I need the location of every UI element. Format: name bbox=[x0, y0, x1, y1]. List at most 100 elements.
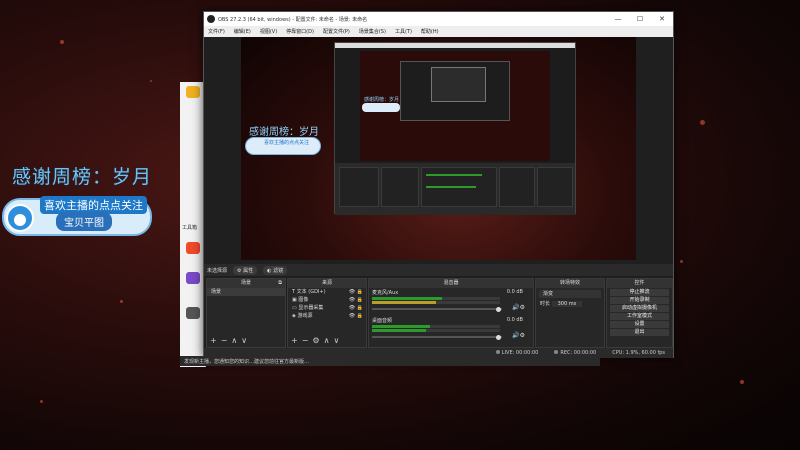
nested-canvas: 感谢周榜：岁月 bbox=[360, 51, 550, 161]
mixer-header: 混音器 bbox=[369, 279, 533, 288]
speaker-icon[interactable]: 🔊⚙ bbox=[512, 332, 525, 339]
mixer-dock: 混音器 麦克风/Aux 0.0 dB 🔊⚙ 桌面音频 0.0 dB 🔊⚙ bbox=[368, 278, 534, 348]
duration-row: 时长 300 ms bbox=[536, 300, 604, 308]
nested-dock bbox=[537, 167, 573, 207]
source-item[interactable]: ▭ 显示器采集 👁 🔒 bbox=[288, 304, 366, 312]
cpu-status: CPU: 1.9%, 60.00 fps bbox=[612, 350, 665, 356]
source-item[interactable]: ◈ 游戏源 👁 🔒 bbox=[288, 312, 366, 320]
title-bar: OBS 27.2.3 (64 bit, windows) - 配置文件: 未命名… bbox=[204, 12, 673, 26]
volume-meter bbox=[372, 301, 500, 304]
ember-particle bbox=[680, 260, 683, 263]
virtual-camera-button[interactable]: 启动虚拟摄像机 bbox=[610, 305, 669, 312]
weekly-thanks-text: 感谢周榜：岁月 bbox=[12, 166, 153, 188]
properties-button[interactable]: ⚙ 属性 bbox=[233, 265, 258, 275]
menu-edit[interactable]: 编辑(E) bbox=[234, 28, 251, 35]
follow-badge: 宝贝平图 bbox=[56, 212, 112, 231]
volume-meter bbox=[372, 329, 500, 332]
notice-text: 发现新主播，您通知您的知识…建议您前往官方最新版… bbox=[184, 359, 310, 365]
mixer-track-desktop: 桌面音频 0.0 dB 🔊⚙ bbox=[369, 316, 533, 344]
nested-canvas-3 bbox=[431, 67, 486, 102]
obs-logo-icon bbox=[207, 15, 215, 23]
maximize-button[interactable]: ☐ bbox=[629, 12, 651, 26]
sidebar-tools-label[interactable]: 工具箱 bbox=[182, 224, 197, 231]
menu-view[interactable]: 视图(V) bbox=[260, 28, 277, 35]
obs-window: OBS 27.2.3 (64 bit, windows) - 配置文件: 未命名… bbox=[203, 11, 674, 358]
remove-icon[interactable]: − bbox=[302, 336, 313, 345]
preview-follow-text: 喜欢主播的点点关注 bbox=[264, 140, 310, 146]
beauty-icon[interactable] bbox=[186, 242, 200, 254]
source-toolbar: 未选择源 ⚙ 属性 ◐ 滤镜 bbox=[204, 264, 673, 276]
track-db: 0.0 dB bbox=[506, 289, 523, 295]
speaker-icon[interactable]: 🔊⚙ bbox=[512, 304, 525, 311]
gear-icon[interactable]: ⚙ bbox=[312, 336, 323, 345]
nested-docks bbox=[335, 163, 575, 215]
menu-file[interactable]: 文件(F) bbox=[208, 28, 225, 35]
menu-bar: 文件(F) 编辑(E) 视图(V) 停靠窗口(D) 配置文件(P) 场景集合(S… bbox=[204, 26, 673, 37]
duration-input[interactable]: 300 ms bbox=[551, 301, 583, 307]
menu-profile[interactable]: 配置文件(P) bbox=[323, 28, 350, 35]
stop-stream-button[interactable]: 停止推流 bbox=[610, 289, 669, 296]
mixer-track-mic: 麦克风/Aux 0.0 dB 🔊⚙ bbox=[369, 288, 533, 316]
preview-thanks-text: 感谢周榜：岁月 bbox=[249, 127, 319, 138]
add-icon[interactable]: + bbox=[210, 336, 221, 345]
filters-button[interactable]: ◐ 滤镜 bbox=[263, 265, 288, 275]
down-icon[interactable]: ∨ bbox=[241, 336, 251, 345]
nested-thanks-text: 感谢周榜：岁月 bbox=[364, 97, 400, 103]
volume-slider[interactable] bbox=[372, 307, 502, 312]
sources-header: 来源 bbox=[288, 279, 366, 288]
scene-item[interactable]: 场景 bbox=[207, 288, 285, 296]
nested-obs-preview: 感谢周榜：岁月 bbox=[334, 42, 576, 215]
track-db: 0.0 dB bbox=[506, 317, 523, 323]
doraemon-avatar-icon bbox=[6, 204, 34, 232]
rec-indicator-icon bbox=[554, 350, 559, 354]
no-source-label: 未选择源 bbox=[207, 267, 228, 274]
link-icon[interactable] bbox=[186, 307, 200, 319]
start-recording-button[interactable]: 开始录制 bbox=[610, 297, 669, 304]
nested-dock bbox=[499, 167, 535, 207]
ember-particle bbox=[40, 400, 43, 403]
up-icon[interactable]: ∧ bbox=[324, 336, 334, 345]
nested-dock bbox=[381, 167, 419, 207]
window-title: OBS 27.2.3 (64 bit, windows) - 配置文件: 未命名… bbox=[218, 16, 368, 23]
ember-particle bbox=[150, 80, 152, 82]
add-icon[interactable]: + bbox=[291, 336, 302, 345]
app-logo-icon bbox=[186, 86, 200, 98]
menu-scene-collection[interactable]: 场景集合(S) bbox=[359, 28, 386, 35]
transitions-dock: 转场特效 渐变 时长 300 ms bbox=[535, 278, 605, 348]
close-button[interactable]: ✕ bbox=[651, 12, 673, 26]
volume-slider[interactable] bbox=[372, 335, 502, 340]
down-icon[interactable]: ∨ bbox=[333, 336, 343, 345]
preview-canvas[interactable]: 感谢周榜：岁月 喜欢主播的点点关注 感谢周榜：岁月 bbox=[241, 37, 636, 260]
follow-card: 喜欢主播的点点关注 宝贝平图 bbox=[2, 196, 152, 236]
ember-particle bbox=[700, 120, 705, 125]
up-icon[interactable]: ∧ bbox=[231, 336, 241, 345]
nested-canvas-2 bbox=[400, 61, 510, 121]
transition-select[interactable]: 渐变 bbox=[539, 290, 601, 298]
nested-follow-card bbox=[362, 103, 400, 112]
minimize-button[interactable]: — bbox=[607, 12, 629, 26]
source-item[interactable]: T 文本 (GDI+) 👁 🔒 bbox=[288, 288, 366, 296]
nested-meter bbox=[426, 174, 482, 176]
exit-button[interactable]: 退出 bbox=[610, 329, 669, 336]
track-name: 麦克风/Aux bbox=[372, 290, 399, 296]
scenes-dock: 场景 ⧉ 场景 +−∧∨ bbox=[206, 278, 286, 348]
settings-button[interactable]: 设置 bbox=[610, 321, 669, 328]
track-name: 桌面音频 bbox=[372, 318, 393, 324]
filter-icon[interactable] bbox=[186, 272, 200, 284]
nested-meter bbox=[426, 186, 476, 188]
properties-label: 属性 bbox=[243, 267, 254, 274]
ember-particle bbox=[60, 40, 64, 44]
ember-particle bbox=[120, 300, 123, 303]
nested-dock bbox=[421, 167, 497, 207]
menu-tools[interactable]: 工具(T) bbox=[395, 28, 412, 35]
source-item[interactable]: ▣ 图像 👁 🔒 bbox=[288, 296, 366, 304]
volume-meter bbox=[372, 297, 500, 300]
volume-meter bbox=[372, 325, 500, 328]
studio-mode-button[interactable]: 工作室模式 bbox=[610, 313, 669, 320]
remove-icon[interactable]: − bbox=[221, 336, 232, 345]
menu-help[interactable]: 帮助(H) bbox=[421, 28, 439, 35]
source-toolbar: +−⚙∧∨ bbox=[291, 336, 343, 345]
menu-docks[interactable]: 停靠窗口(D) bbox=[286, 28, 314, 35]
nested-menu bbox=[335, 43, 575, 48]
dock-close-icon[interactable]: ⧉ bbox=[278, 279, 282, 288]
